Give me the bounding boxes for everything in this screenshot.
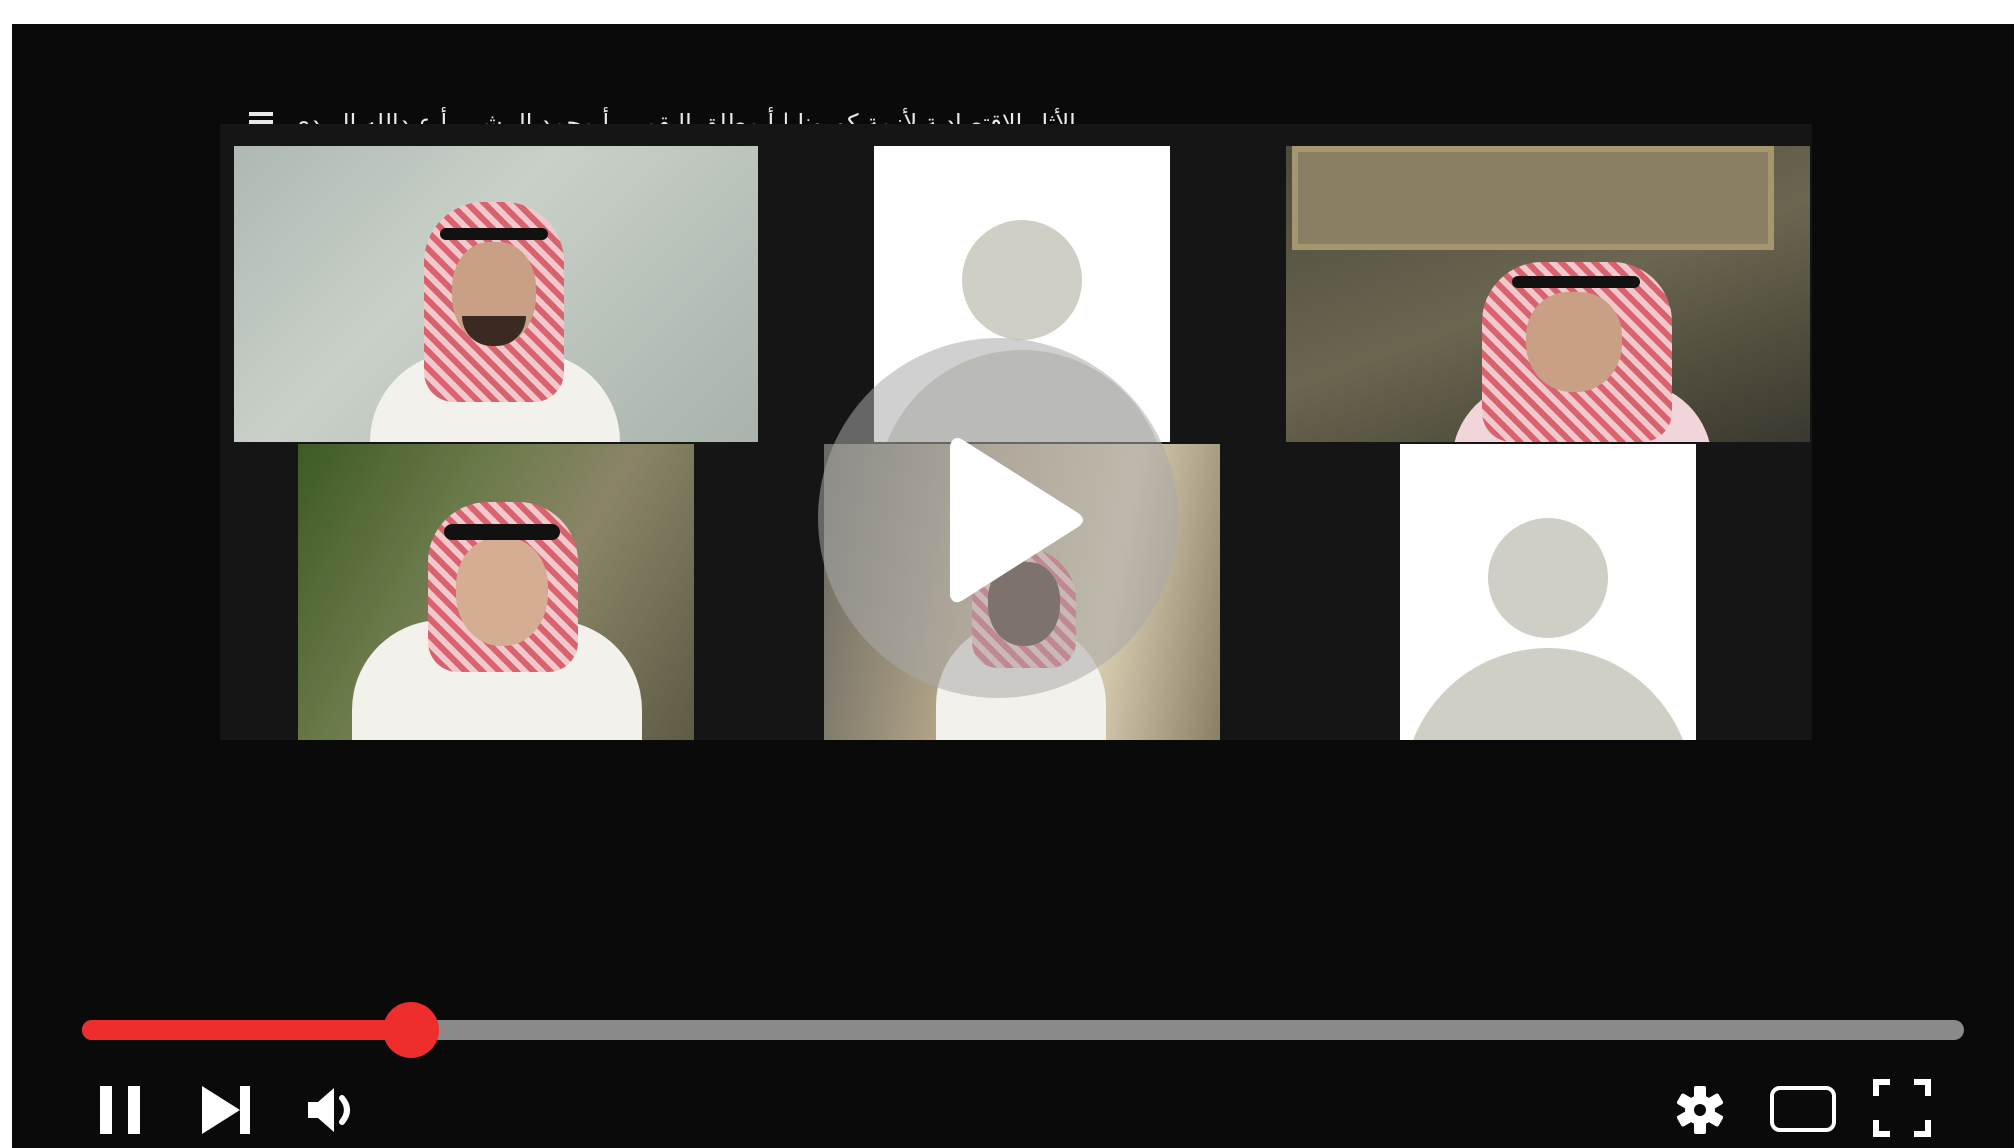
fullscreen-button[interactable]: [1872, 1078, 1932, 1138]
settings-button[interactable]: [1672, 1082, 1728, 1138]
participant-tile-6: [1400, 444, 1696, 740]
pause-button[interactable]: [96, 1082, 148, 1138]
participant-avatar: [298, 444, 694, 740]
play-icon: [950, 438, 1083, 603]
settings-icon: [1676, 1086, 1724, 1134]
video-player[interactable]: الأثار الاقتصادية لأزمة كورونا | أ مطلق …: [12, 24, 2014, 1148]
participant-tile-4: [298, 444, 694, 740]
participant-tile-3: [1286, 146, 1810, 442]
progress-scrubber[interactable]: [383, 1002, 440, 1058]
next-button[interactable]: [198, 1082, 258, 1138]
theater-mode-button[interactable]: [1768, 1084, 1840, 1136]
progress-bar[interactable]: [82, 1002, 1964, 1058]
next-icon: [202, 1086, 250, 1134]
participant-avatar: [1286, 146, 1810, 442]
participant-avatar: [234, 146, 758, 442]
fullscreen-icon: [1873, 1079, 1931, 1137]
pause-icon: [100, 1086, 140, 1134]
participant-tile-1: [234, 146, 758, 442]
theater-mode-icon: [1770, 1086, 1836, 1132]
volume-button[interactable]: [304, 1082, 368, 1138]
progress-played: [82, 1020, 412, 1040]
big-play-button[interactable]: [818, 338, 1178, 698]
volume-icon: [308, 1088, 350, 1132]
